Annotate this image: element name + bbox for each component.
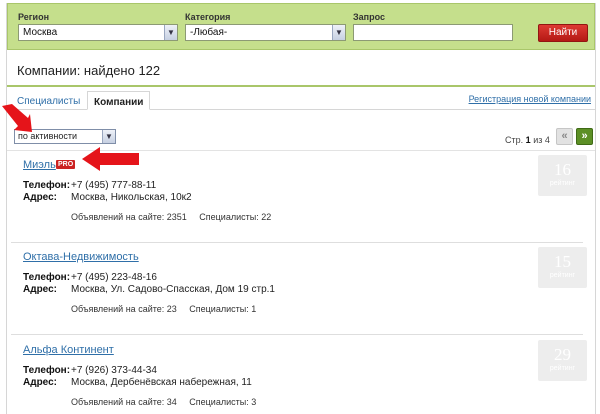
region-select[interactable]: Москва ▼ bbox=[18, 24, 178, 41]
address-label: Адрес: bbox=[23, 192, 57, 203]
category-value: -Любая- bbox=[190, 27, 228, 38]
list-item: Альфа Континент Телефон: +7 (926) 373-44… bbox=[7, 336, 595, 414]
phone-value: +7 (495) 223-48-16 bbox=[71, 272, 157, 283]
phone-label: Телефон: bbox=[23, 272, 71, 283]
chevron-down-icon[interactable]: ▼ bbox=[332, 25, 345, 40]
phone-label: Телефон: bbox=[23, 365, 71, 376]
company-name-link[interactable]: Альфа Континент bbox=[23, 344, 114, 356]
pager-next-button[interactable]: » bbox=[576, 128, 593, 145]
pager-prefix: Стр. bbox=[505, 135, 524, 145]
chevron-down-icon[interactable]: ▼ bbox=[102, 130, 115, 143]
company-stats: Объявлений на сайте: 34 Специалисты: 3 bbox=[71, 397, 257, 407]
region-label: Регион bbox=[18, 12, 49, 22]
address-label: Адрес: bbox=[23, 377, 57, 388]
query-input[interactable] bbox=[353, 24, 513, 41]
divider bbox=[11, 334, 583, 335]
region-value: Москва bbox=[23, 27, 58, 38]
annotation-arrow-icon bbox=[82, 147, 139, 171]
list-item: Октава-Недвижимость Телефон: +7 (495) 22… bbox=[7, 243, 595, 335]
category-label: Категория bbox=[185, 12, 231, 22]
company-name-link[interactable]: Октава-Недвижимость bbox=[23, 251, 139, 263]
divider bbox=[7, 85, 595, 87]
rating-value: 16 bbox=[554, 160, 571, 179]
annotation-arrow-icon bbox=[2, 104, 32, 132]
pager-current: 1 bbox=[525, 135, 531, 145]
page-title: Компании: найдено 122 bbox=[17, 63, 161, 78]
query-label: Запрос bbox=[353, 12, 385, 22]
pager-middle: из bbox=[533, 135, 543, 145]
pager-info: Стр. 1 из 4 bbox=[505, 135, 550, 145]
pager-prev-button[interactable]: « bbox=[556, 128, 573, 145]
address-value: Москва, Ул. Садово-Спасская, Дом 19 стр.… bbox=[71, 284, 275, 295]
rating-badge: 16 рейтинг bbox=[538, 155, 587, 196]
chevron-down-icon[interactable]: ▼ bbox=[164, 25, 177, 40]
phone-value: +7 (495) 777-88-11 bbox=[71, 180, 157, 191]
rating-value: 15 bbox=[554, 252, 571, 271]
page-frame: Регион Москва ▼ Категория -Любая- ▼ Запр… bbox=[6, 3, 596, 414]
tab-companies[interactable]: Компании bbox=[87, 91, 151, 110]
rating-badge: 29 рейтинг bbox=[538, 340, 587, 381]
phone-label: Телефон: bbox=[23, 180, 71, 191]
search-bar: Регион Москва ▼ Категория -Любая- ▼ Запр… bbox=[7, 3, 595, 50]
rating-value: 29 bbox=[554, 345, 571, 364]
rating-label: рейтинг bbox=[549, 365, 576, 372]
address-value: Москва, Дербенёвская набережная, 11 bbox=[71, 377, 252, 388]
find-button[interactable]: Найти bbox=[538, 24, 588, 42]
category-select[interactable]: -Любая- ▼ bbox=[185, 24, 346, 41]
phone-value: +7 (926) 373-44-34 bbox=[71, 365, 157, 376]
rating-label: рейтинг bbox=[549, 272, 576, 279]
rating-badge: 15 рейтинг bbox=[538, 247, 587, 288]
register-company-link[interactable]: Регистрация новой компании bbox=[469, 94, 591, 104]
company-stats: Объявлений на сайте: 2351 Специалисты: 2… bbox=[71, 212, 272, 222]
rating-label: рейтинг bbox=[549, 180, 576, 187]
company-stats: Объявлений на сайте: 23 Специалисты: 1 bbox=[71, 304, 257, 314]
address-label: Адрес: bbox=[23, 284, 57, 295]
address-value: Москва, Никольская, 10к2 bbox=[71, 192, 192, 203]
pager-total: 4 bbox=[544, 135, 550, 145]
company-name-link[interactable]: Миэль bbox=[23, 159, 56, 171]
tab-bar: Специалисты Компании Регистрация новой к… bbox=[7, 88, 595, 110]
pro-badge: PRO bbox=[56, 160, 76, 169]
